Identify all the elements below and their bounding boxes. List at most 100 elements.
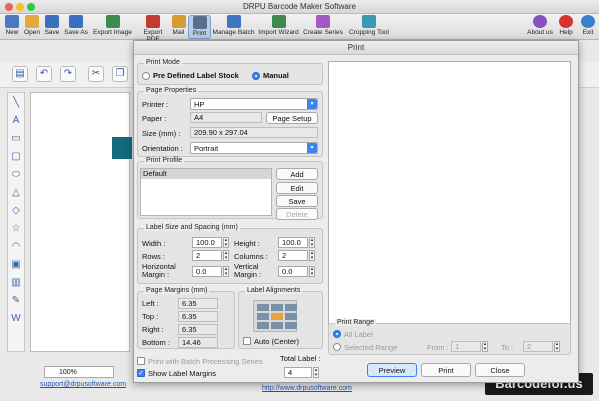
align-middle-left-icon[interactable] — [257, 313, 269, 320]
height-field[interactable]: 100.0 — [278, 237, 308, 248]
support-email-link[interactable]: support@drpusoftware.com — [40, 381, 126, 388]
left-margin-label: Left : — [142, 299, 159, 308]
toolbar-mail-button[interactable]: Mail — [169, 15, 188, 39]
zoom-select[interactable]: 100% — [44, 366, 114, 378]
rectangle-tool-icon[interactable]: ▭ — [9, 132, 23, 146]
from-field[interactable]: 1 — [451, 341, 481, 352]
watermark-tool-icon[interactable]: W — [9, 312, 23, 326]
label-preview-area — [328, 61, 571, 333]
toolbar-cropping-tool-button[interactable]: Cropping Tool — [345, 15, 393, 39]
toolbar-button-label: Mail — [172, 29, 185, 36]
copy-icon[interactable]: ❐ — [112, 66, 128, 82]
align-middle-right-icon[interactable] — [285, 313, 297, 320]
line-tool-icon[interactable]: ╲ — [9, 96, 23, 110]
undo-icon[interactable]: ↶ — [36, 66, 52, 82]
columns-field[interactable]: 2 — [278, 250, 308, 261]
design-canvas[interactable] — [30, 92, 130, 352]
save-profile-button[interactable]: Save — [276, 195, 318, 207]
printer-select[interactable]: HP ▾ — [190, 98, 318, 110]
triangle-tool-icon[interactable]: △ — [9, 186, 23, 200]
minimize-window-icon[interactable] — [16, 3, 24, 11]
alignment-grid[interactable] — [253, 300, 297, 332]
align-top-right-icon[interactable] — [285, 304, 297, 311]
ellipse-tool-icon[interactable]: ⬭ — [9, 168, 23, 182]
edit-profile-button[interactable]: Edit — [276, 182, 318, 194]
text-tool-icon[interactable]: A — [9, 114, 23, 128]
align-center-icon[interactable] — [271, 313, 283, 320]
properties-icon[interactable]: ▤ — [12, 66, 28, 82]
zoom-window-icon[interactable] — [27, 3, 35, 11]
picture-tool-icon[interactable]: ▣ — [9, 258, 23, 272]
vertical-margin-field[interactable]: 0.0 — [278, 266, 308, 277]
horizontal-margin-stepper[interactable]: ▴ ▾ — [223, 266, 229, 277]
toolbar-export-pdf-button[interactable]: Export PDF — [137, 15, 169, 43]
print-mode-group: Print Mode Pre Defined Label Stock Manua… — [137, 59, 323, 85]
printer-label: Printer : — [142, 100, 169, 109]
about-icon — [533, 15, 547, 28]
toolbar-new-button[interactable]: New — [2, 15, 22, 39]
align-top-left-icon[interactable] — [257, 304, 269, 311]
from-label: From : — [427, 343, 449, 352]
arc-tool-icon[interactable]: ◠ — [9, 240, 23, 254]
toolbar-print-button[interactable]: Print — [188, 15, 211, 39]
manual-radio[interactable] — [252, 72, 260, 80]
print-button[interactable]: Print — [421, 363, 471, 377]
page-setup-button[interactable]: Page Setup — [266, 112, 318, 124]
paper-label: Paper : — [142, 114, 167, 123]
height-label: Height : — [234, 239, 260, 248]
selected-range-radio[interactable] — [333, 343, 341, 351]
toolbar-save-as-button[interactable]: Save As — [62, 15, 90, 39]
rows-stepper[interactable]: ▴ ▾ — [223, 250, 229, 261]
align-bottom-right-icon[interactable] — [285, 322, 297, 329]
diamond-tool-icon[interactable]: ◇ — [9, 204, 23, 218]
toolbar-manage-batch-button[interactable]: Manage Batch — [211, 15, 256, 39]
predefined-stock-radio[interactable] — [142, 72, 150, 80]
barcode-tool-icon[interactable]: ▥ — [9, 276, 23, 290]
toolbar-button-label: Exit — [582, 29, 594, 36]
show-label-margins-checkbox[interactable]: ✓ — [137, 369, 145, 377]
cut-icon[interactable]: ✂ — [88, 66, 104, 82]
all-label-radio[interactable] — [333, 330, 341, 338]
profile-list-item[interactable]: Default — [141, 169, 271, 179]
profile-list[interactable]: Default — [140, 168, 272, 216]
width-stepper[interactable]: ▴ ▾ — [223, 237, 229, 248]
toolbar-button-label: Open — [24, 29, 40, 36]
toolbar-help-button[interactable]: Help — [556, 15, 576, 39]
rows-field[interactable]: 2 — [192, 250, 222, 261]
toolbar-exit-button[interactable]: Exit — [578, 15, 598, 39]
align-bottom-center-icon[interactable] — [271, 322, 283, 329]
align-top-center-icon[interactable] — [271, 304, 283, 311]
orientation-select[interactable]: Portrait ▾ — [190, 142, 318, 154]
toolbar-create-series-button[interactable]: Create Series — [301, 15, 345, 39]
toolbar-about-us-button[interactable]: About us — [526, 15, 554, 39]
horizontal-margin-field[interactable]: 0.0 — [192, 266, 222, 277]
to-field[interactable]: 2 — [523, 341, 553, 352]
toolbar-export-image-button[interactable]: Export Image — [90, 15, 135, 39]
signature-tool-icon[interactable]: ✎ — [9, 294, 23, 308]
preview-button[interactable]: Preview — [367, 363, 417, 377]
total-label-stepper[interactable]: ▴ ▾ — [313, 367, 319, 378]
auto-center-checkbox[interactable] — [243, 337, 251, 345]
redo-icon[interactable]: ↷ — [60, 66, 76, 82]
from-stepper[interactable]: ▴ ▾ — [482, 341, 488, 352]
close-window-icon[interactable] — [5, 3, 13, 11]
columns-stepper[interactable]: ▴ ▾ — [309, 250, 315, 261]
height-stepper[interactable]: ▴ ▾ — [309, 237, 315, 248]
star-tool-icon[interactable]: ☆ — [9, 222, 23, 236]
batch-processing-checkbox[interactable] — [137, 357, 145, 365]
toolbar-save-button[interactable]: Save — [42, 15, 62, 39]
add-profile-button[interactable]: Add — [276, 168, 318, 180]
total-label-field[interactable]: 4 — [284, 367, 312, 378]
toolbar-open-button[interactable]: Open — [22, 15, 42, 39]
vertical-margin-stepper[interactable]: ▴ ▾ — [309, 266, 315, 277]
close-button[interactable]: Close — [475, 363, 525, 377]
to-stepper[interactable]: ▴ ▾ — [554, 341, 560, 352]
toolbar-button-label: Print — [192, 30, 207, 37]
website-link[interactable]: http://www.drpusoftware.com — [262, 385, 352, 392]
align-bottom-left-icon[interactable] — [257, 322, 269, 329]
width-field[interactable]: 100.0 — [192, 237, 222, 248]
chevron-down-icon: ▾ — [307, 99, 317, 109]
toolbar-import-wizard-button[interactable]: Import Wizard — [256, 15, 301, 39]
delete-profile-button[interactable]: Delete — [276, 208, 318, 220]
rounded-rect-tool-icon[interactable]: ▢ — [9, 150, 23, 164]
